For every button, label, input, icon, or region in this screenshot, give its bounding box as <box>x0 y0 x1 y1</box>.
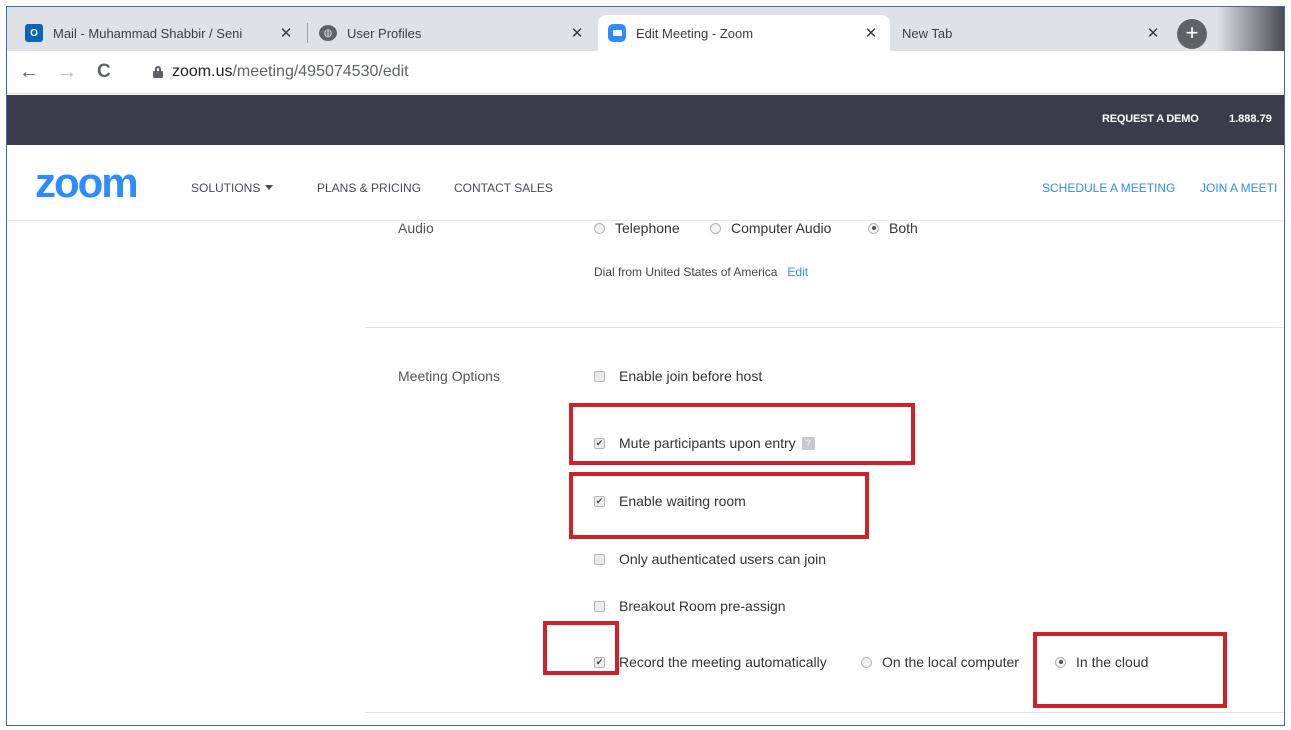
close-icon[interactable]: ✕ <box>568 24 586 42</box>
nav-solutions[interactable]: SOLUTIONS <box>191 181 274 195</box>
tab-title: User Profiles <box>347 25 422 41</box>
tab-edit-meeting[interactable]: Edit Meeting - Zoom ✕ <box>598 15 890 51</box>
lock-icon <box>153 66 163 78</box>
option-label: Computer Audio <box>731 220 832 236</box>
nav-join-meeting[interactable]: JOIN A MEETI <box>1200 181 1277 195</box>
highlight-box-mute <box>569 403 915 465</box>
caret-down-icon <box>265 185 274 190</box>
close-icon[interactable]: ✕ <box>862 24 880 42</box>
record-local-option[interactable]: On the local computer <box>861 654 1019 670</box>
audio-label: Audio <box>398 220 434 236</box>
url-host: zoom.us <box>172 63 233 80</box>
audio-computer-option[interactable]: Computer Audio <box>710 220 831 236</box>
option-label: Record the meeting automatically <box>619 654 827 670</box>
audio-telephone-option[interactable]: Telephone <box>594 220 680 236</box>
option-label: Breakout Room pre-assign <box>619 598 786 614</box>
highlight-box-record-checkbox <box>543 621 619 675</box>
tab-title: Mail - Muhammad Shabbir / Seni <box>53 25 243 41</box>
back-icon[interactable]: ← <box>19 61 39 83</box>
tab-new-tab[interactable]: New Tab ✕ <box>892 15 1172 51</box>
browser-window: O Mail - Muhammad Shabbir / Seni ✕ ◍ Use… <box>6 6 1285 726</box>
request-demo-link[interactable]: REQUEST A DEMO <box>1102 113 1199 125</box>
option-label: Only authenticated users can join <box>619 551 827 567</box>
url-field[interactable]: zoom.us/meeting/495074530/edit <box>172 63 409 81</box>
phone-number[interactable]: 1.888.79 <box>1229 113 1272 125</box>
radio-computer-audio[interactable] <box>710 222 721 234</box>
radio-telephone[interactable] <box>594 222 605 234</box>
zoom-icon <box>608 24 626 42</box>
option-record-automatically[interactable]: ✔ Record the meeting automatically <box>594 654 827 670</box>
forward-icon[interactable]: → <box>57 61 77 83</box>
tab-title: Edit Meeting - Zoom <box>636 25 754 41</box>
reload-icon[interactable]: C <box>97 61 111 83</box>
highlight-box-cloud <box>1033 632 1227 708</box>
tab-separator <box>307 23 308 43</box>
tab-strip: O Mail - Muhammad Shabbir / Seni ✕ ◍ Use… <box>7 7 1284 51</box>
section-divider <box>365 712 1284 713</box>
url-path: /meeting/495074530/edit <box>232 63 409 80</box>
address-toolbar: ← → C zoom.us/meeting/495074530/edit <box>7 51 1284 94</box>
nav-solutions-label: SOLUTIONS <box>191 181 261 195</box>
nav-contact-sales[interactable]: CONTACT SALES <box>454 181 553 195</box>
meeting-options-label: Meeting Options <box>398 368 500 384</box>
edit-dial-link[interactable]: Edit <box>787 265 808 279</box>
tab-mail[interactable]: O Mail - Muhammad Shabbir / Seni ✕ <box>15 15 305 51</box>
option-breakout-preassign[interactable]: Breakout Room pre-assign <box>594 598 786 614</box>
section-divider <box>365 327 1284 328</box>
zoom-nav: zoom SOLUTIONS PLANS & PRICING CONTACT S… <box>7 145 1284 221</box>
option-label: Enable join before host <box>619 368 763 384</box>
close-icon[interactable]: ✕ <box>277 24 295 42</box>
checkbox-authenticated-only[interactable] <box>594 553 605 565</box>
tabstrip-right-area <box>1217 7 1284 51</box>
outlook-icon: O <box>25 24 43 42</box>
checkbox-breakout-preassign[interactable] <box>594 600 605 612</box>
tab-title: New Tab <box>902 25 953 41</box>
globe-icon: ◍ <box>319 25 337 41</box>
radio-both[interactable] <box>868 222 879 234</box>
zoom-top-bar: REQUEST A DEMO 1.888.79 <box>7 95 1284 145</box>
option-label: Telephone <box>615 220 680 236</box>
highlight-box-waiting-room <box>569 472 869 539</box>
dial-from-text: Dial from United States of America Edit <box>594 265 808 279</box>
option-authenticated-only[interactable]: Only authenticated users can join <box>594 551 826 567</box>
nav-plans-pricing[interactable]: PLANS & PRICING <box>317 181 421 195</box>
option-join-before-host[interactable]: Enable join before host <box>594 368 762 384</box>
close-icon[interactable]: ✕ <box>1144 24 1162 42</box>
zoom-logo[interactable]: zoom <box>35 162 139 204</box>
tab-user-profiles[interactable]: ◍ User Profiles ✕ <box>309 15 596 51</box>
nav-schedule-meeting[interactable]: SCHEDULE A MEETING <box>1042 181 1175 195</box>
dial-from-label: Dial from United States of America <box>594 265 778 279</box>
option-label: On the local computer <box>882 654 1019 670</box>
new-tab-button[interactable]: + <box>1177 19 1207 49</box>
checkbox-join-before-host[interactable] <box>594 370 605 382</box>
radio-local-computer[interactable] <box>861 656 872 668</box>
option-label: Both <box>889 220 918 236</box>
audio-both-option[interactable]: Both <box>868 220 918 236</box>
